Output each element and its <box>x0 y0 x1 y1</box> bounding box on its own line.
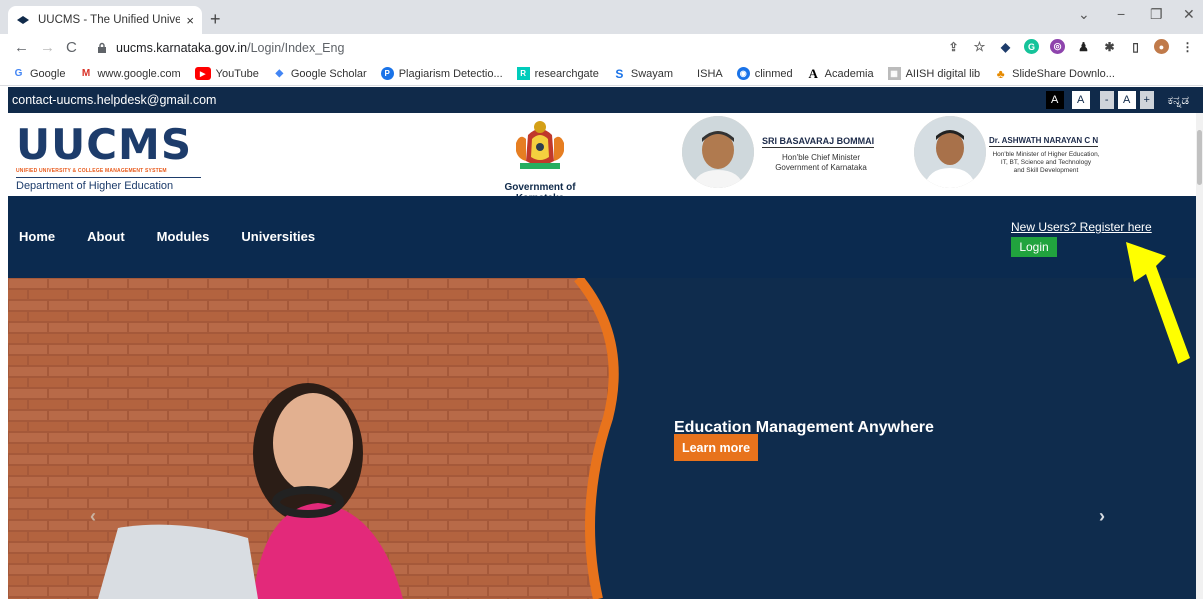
lock-icon <box>98 42 106 53</box>
learn-more-button[interactable]: Learn more <box>674 434 758 461</box>
figure-extension-icon[interactable]: ♟ <box>1076 39 1091 54</box>
carousel-prev-icon[interactable]: ‹ <box>90 506 96 527</box>
url-path: /Login/Index_Eng <box>247 41 345 55</box>
logo-text: UUCMS <box>16 120 193 169</box>
address-bar[interactable]: uucms.karnataka.gov.in/Login/Index_Eng <box>92 37 942 59</box>
font-decrease-button[interactable]: - <box>1099 91 1114 109</box>
register-link[interactable]: New Users? Register here <box>1011 220 1152 234</box>
contrast-light-button[interactable]: A <box>1071 91 1090 109</box>
purple-extension-icon[interactable]: ◎ <box>1050 39 1065 54</box>
hero-carousel: Education Management Anywhere Learn more… <box>8 278 1203 599</box>
logo-department: Department of Higher Education <box>16 177 201 192</box>
site-topbar: contact-uucms.helpdesk@gmail.com A A - A… <box>8 87 1203 113</box>
swayam-icon: S <box>615 66 624 81</box>
bookmark-star-icon[interactable]: ☆ <box>972 39 987 54</box>
minister-title: Hon'ble Minister of Higher Education, IT,… <box>992 151 1100 174</box>
academia-icon: A <box>808 65 818 81</box>
extensions-puzzle-icon[interactable]: ✱ <box>1102 39 1117 54</box>
uucms-favicon-icon <box>16 13 30 27</box>
bookmark-aiish[interactable]: ▦ AIISH digital lib <box>887 67 980 80</box>
nav-home[interactable]: Home <box>19 229 55 244</box>
carousel-next-icon[interactable]: › <box>1099 506 1105 527</box>
karnataka-emblem: Government of Karnataka <box>480 117 600 204</box>
side-panel-icon[interactable]: ▯ <box>1128 39 1143 54</box>
nav-about[interactable]: About <box>87 229 125 244</box>
tab-strip: UUCMS - The Unified University × + ⌄ − ❐… <box>0 0 1203 34</box>
font-size-controls: A A - A + ಕನ್ನಡ <box>1045 91 1189 109</box>
minimize-icon[interactable]: − <box>1117 6 1125 22</box>
tab-title: UUCMS - The Unified University <box>38 14 181 26</box>
scholar-icon: ◆ <box>275 68 284 79</box>
uucms-logo[interactable]: UUCMS UNIFIED UNIVERSITY & COLLEGE MANAG… <box>16 123 201 192</box>
back-icon[interactable]: ← <box>14 39 29 56</box>
profile-avatar[interactable]: ● <box>1154 39 1169 54</box>
cm-photo <box>682 116 754 188</box>
font-increase-button[interactable]: + <box>1139 91 1154 109</box>
bookmark-slideshare[interactable]: ♣ SlideShare Downlo... <box>994 66 1115 81</box>
tab-search-icon[interactable]: ⌄ <box>1078 6 1090 23</box>
bookmark-isha[interactable]: ISHA <box>697 68 723 80</box>
slideshare-icon: ♣ <box>996 66 1005 81</box>
contact-email: contact-uucms.helpdesk@gmail.com <box>12 93 217 107</box>
share-icon[interactable]: ⇪ <box>946 39 961 54</box>
bookmarks-bar: G Google Mwww.google.com ▶ YouTube ◆ Google… <box>0 62 1203 86</box>
cm-name: SRI BASAVARAJ BOMMAI <box>762 136 875 148</box>
site-header: UUCMS UNIFIED UNIVERSITY & COLLEGE MANAG… <box>8 113 1203 204</box>
address-row: ← → C uucms.karnataka.gov.in/Login/Index… <box>0 34 1203 62</box>
page-scrollbar[interactable] <box>1196 113 1203 599</box>
minister-profile <box>914 116 986 188</box>
clinmed-icon: ◉ <box>736 67 750 80</box>
bookmark-google[interactable]: G Google <box>12 67 66 80</box>
researchgate-icon: R <box>516 67 530 80</box>
close-window-icon[interactable]: ✕ <box>1183 6 1195 23</box>
karnataka-emblem-icon <box>516 121 564 169</box>
menu-kebab-icon[interactable]: ⋮ <box>1180 39 1195 54</box>
nav-modules[interactable]: Modules <box>157 229 210 244</box>
minister-photo <box>914 116 986 188</box>
scholar-extension-icon[interactable]: ◆ <box>998 39 1013 54</box>
scrollbar-thumb[interactable] <box>1197 130 1202 185</box>
hero-background <box>8 278 1203 599</box>
bookmark-gmail[interactable]: Mwww.google.com <box>79 67 181 80</box>
gmail-icon: M <box>81 68 91 79</box>
contrast-dark-button[interactable]: A <box>1045 91 1064 109</box>
forward-icon[interactable]: → <box>40 39 55 56</box>
grammarly-extension-icon[interactable]: G <box>1024 39 1039 54</box>
url-host: uucms.karnataka.gov.in <box>116 41 248 55</box>
bookmark-plagiarism[interactable]: P Plagiarism Detectio... <box>380 67 503 80</box>
bookmark-academia[interactable]: A Academia <box>807 65 873 81</box>
extensions-area: ⇪ ☆ ◆ G ◎ ♟ ✱ ▯ ● ⋮ <box>946 39 1195 54</box>
language-kannada-link[interactable]: ಕನ್ನಡ <box>1168 93 1189 108</box>
bookmark-google-scholar[interactable]: ◆ Google Scholar <box>273 67 367 80</box>
nav-links: Home About Modules Universities <box>19 229 315 244</box>
maximize-icon[interactable]: ❐ <box>1150 6 1163 23</box>
google-icon: G <box>14 68 23 79</box>
cm-profile <box>682 116 754 188</box>
plagiarism-icon: P <box>380 67 394 80</box>
nav-universities[interactable]: Universities <box>241 229 315 244</box>
new-tab-button[interactable]: + <box>210 9 221 30</box>
bookmark-youtube[interactable]: ▶ YouTube <box>194 67 259 80</box>
aiish-icon: ▦ <box>887 67 901 80</box>
annotation-arrow-icon <box>1126 242 1190 364</box>
tab-close-icon[interactable]: × <box>186 13 194 28</box>
reload-icon[interactable]: C <box>66 39 77 56</box>
login-button[interactable]: Login <box>1011 237 1057 257</box>
bookmark-clinmed[interactable]: ◉ clinmed <box>736 67 793 80</box>
cm-title: Hon'ble Chief Minister Government of Karn… <box>775 153 867 172</box>
browser-window: UUCMS - The Unified University × + ⌄ − ❐… <box>0 0 1203 599</box>
bookmark-swayam[interactable]: S Swayam <box>613 66 673 81</box>
youtube-icon: ▶ <box>194 67 211 80</box>
main-navbar: Home About Modules Universities New User… <box>8 196 1203 278</box>
minister-name: Dr. ASHWATH NARAYAN C N <box>989 136 1099 147</box>
bookmark-researchgate[interactable]: Rresearchgate <box>516 67 599 80</box>
font-normal-button[interactable]: A <box>1117 91 1136 109</box>
browser-tab[interactable]: UUCMS - The Unified University × <box>8 6 202 34</box>
